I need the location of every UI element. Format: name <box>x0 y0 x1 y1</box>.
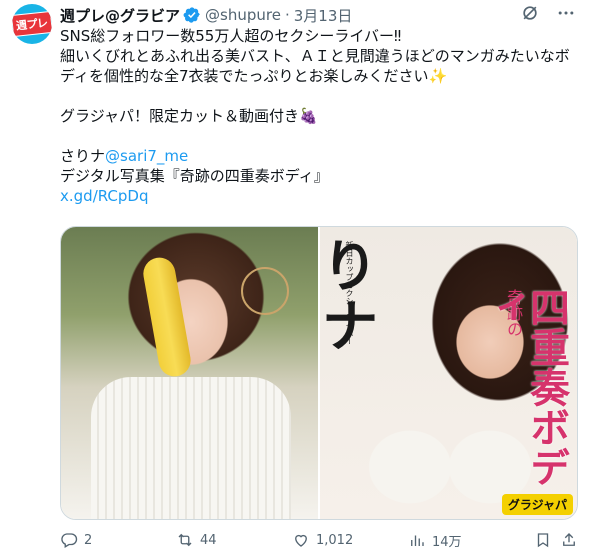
cover-title: 四重奏ボディ <box>481 287 570 487</box>
header-actions <box>519 2 577 24</box>
retweet-button[interactable]: 44 <box>176 531 217 549</box>
handle[interactable]: @shupure <box>205 6 281 24</box>
view-count: 14万 <box>432 534 462 550</box>
media-grid: りナ 新日カップセクシーライバー 奇跡の 四重奏ボディ グラジャパ <box>60 226 578 520</box>
share-icon <box>563 533 575 546</box>
tweet-text: SNS総フォロワー数55万人超のセクシーライバー‼ 細いくびれとあふれ出る美バス… <box>60 26 580 206</box>
photo-right[interactable]: りナ 新日カップセクシーライバー 奇跡の 四重奏ボディ グラジャパ <box>320 227 577 519</box>
verified-icon <box>183 6 201 24</box>
text-line: さりナ@sari7_me <box>60 146 580 166</box>
tweet-card[interactable]: 週プレ 週プレ@グラビア @shupure · 3月13日 SNS総フォロワー数… <box>0 0 589 560</box>
like-icon <box>295 534 307 547</box>
display-name[interactable]: 週プレ@グラビア <box>60 5 180 26</box>
text-fragment: さりナ <box>60 147 106 165</box>
glasses-shape <box>241 267 289 315</box>
tweet-date[interactable]: 3月13日 <box>294 5 353 26</box>
separator-dot: · <box>284 6 290 24</box>
reply-icon <box>61 533 78 548</box>
bookmark-button[interactable] <box>534 531 552 549</box>
avatar[interactable]: 週プレ <box>12 4 52 44</box>
reply-button[interactable]: 2 <box>60 531 92 549</box>
views-button[interactable]: 14万 <box>408 531 462 550</box>
text-line: デジタル写真集『奇跡の四重奏ボディ』 <box>60 167 329 185</box>
retweet-count: 44 <box>200 532 217 548</box>
action-bar: 2 44 1,012 14万 <box>60 528 580 552</box>
banana-shape <box>140 255 194 379</box>
url-link[interactable]: x.gd/RCpDq <box>60 186 580 206</box>
cover-subtitle: 新日カップセクシーライバー <box>345 241 354 345</box>
grok-icon[interactable] <box>519 2 541 24</box>
sweater-shape <box>91 377 291 519</box>
cover-badge: グラジャパ <box>501 494 573 515</box>
mention-link[interactable]: @sari7_me <box>105 147 188 165</box>
reply-count: 2 <box>84 532 93 548</box>
text-line: ディを個性的な全7衣装でたっぷりとお楽しみください✨ <box>60 67 448 85</box>
share-button[interactable] <box>560 531 578 549</box>
like-button[interactable]: 1,012 <box>292 531 353 549</box>
bookmark-icon <box>537 533 549 548</box>
more-icon[interactable] <box>555 2 577 24</box>
tweet-header: 週プレ@グラビア @shupure · 3月13日 <box>60 4 352 26</box>
retweet-icon <box>178 533 192 547</box>
text-line: グラジャパ！限定カット＆動画付き🍇 <box>60 107 318 125</box>
views-icon <box>411 535 424 546</box>
avatar-logo: 週プレ <box>12 10 52 38</box>
text-line: SNS総フォロワー数55万人超のセクシーライバー‼ <box>60 27 402 45</box>
photo-left[interactable] <box>61 227 318 519</box>
like-count: 1,012 <box>316 532 354 548</box>
text-line: 細いくびれとあふれ出る美バスト、ＡＩと見間違うほどのマンガみたいなボ <box>60 47 570 65</box>
